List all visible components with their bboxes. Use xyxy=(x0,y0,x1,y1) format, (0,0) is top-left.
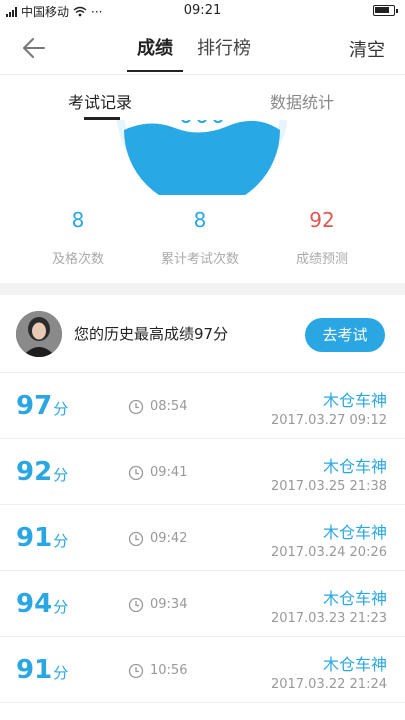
stat-value: 8 xyxy=(193,208,207,232)
status-bar: 中国移动 ··· 09:21 xyxy=(0,0,405,22)
record-user-name: 木仓车神 xyxy=(322,457,387,476)
nav-bar: 成绩 排行榜 清空 xyxy=(0,22,405,74)
score-value: 94 xyxy=(16,589,53,619)
record-score: 94分 xyxy=(16,589,68,619)
status-time: 09:21 xyxy=(183,3,222,18)
stat-value: 8 xyxy=(71,208,85,232)
sub-tabs: 考试记录 数据统计 xyxy=(0,74,405,120)
stat-pass-count: 8 及格次数 xyxy=(18,208,138,267)
score-unit: 分 xyxy=(53,466,69,484)
record-duration: 09:42 xyxy=(150,531,188,546)
record-score: 91分 xyxy=(16,523,68,553)
score-unit: 分 xyxy=(53,400,69,418)
score-value: 97 xyxy=(16,391,53,421)
stat-value: 92 xyxy=(309,208,335,232)
record-user-name: 木仓车神 xyxy=(322,391,387,410)
record-duration: 09:41 xyxy=(150,465,188,480)
nav-tabs: 成绩 排行榜 xyxy=(127,34,253,72)
section-divider xyxy=(0,283,405,295)
record-date: 2017.03.27 09:12 xyxy=(270,413,387,428)
record-date: 2017.03.25 21:38 xyxy=(270,479,387,494)
record-row[interactable]: 91分 10:56 木仓车神 2017.03.22 21:24 xyxy=(0,637,405,703)
avatar xyxy=(16,311,62,357)
best-score-bar: 您的历史最高成绩97分 去考试 xyxy=(0,295,405,373)
record-score: 91分 xyxy=(16,655,68,685)
subtab-data-stats[interactable]: 数据统计 xyxy=(270,89,334,113)
record-user-name: 木仓车神 xyxy=(322,655,387,674)
score-value: 91 xyxy=(16,655,53,685)
record-score: 97分 xyxy=(16,391,68,421)
stat-label: 成绩预测 xyxy=(295,252,348,267)
score-unit: 分 xyxy=(53,598,69,616)
record-duration: 09:34 xyxy=(150,597,188,612)
tab-scores[interactable]: 成绩 xyxy=(127,34,183,72)
record-user-name: 木仓车神 xyxy=(322,523,387,542)
stat-prediction: 92 成绩预测 xyxy=(262,208,382,267)
record-score: 92分 xyxy=(16,457,68,487)
score-unit: 分 xyxy=(53,532,69,550)
record-row[interactable]: 94分 09:34 木仓车神 2017.03.23 21:23 xyxy=(0,571,405,637)
clock-icon xyxy=(128,465,144,481)
record-duration: 10:56 xyxy=(150,663,188,678)
clear-button[interactable]: 清空 xyxy=(349,36,385,62)
subtab-exam-records[interactable]: 考试记录 xyxy=(68,89,132,113)
score-value: 92 xyxy=(16,457,53,487)
record-duration: 08:54 xyxy=(150,399,188,414)
clock-icon xyxy=(128,531,144,547)
gauge-graphic xyxy=(116,120,288,195)
record-user-name: 木仓车神 xyxy=(322,589,387,608)
score-gauge xyxy=(0,120,405,195)
best-score-text: 您的历史最高成绩97分 xyxy=(74,325,229,343)
score-unit: 分 xyxy=(53,664,69,682)
record-row[interactable]: 92分 09:41 木仓车神 2017.03.25 21:38 xyxy=(0,439,405,505)
stat-label: 及格次数 xyxy=(51,252,104,267)
record-date: 2017.03.22 21:24 xyxy=(270,677,387,692)
back-arrow-icon[interactable] xyxy=(20,34,48,62)
stat-label: 累计考试次数 xyxy=(160,252,239,267)
record-row[interactable]: 91分 09:42 木仓车神 2017.03.24 20:26 xyxy=(0,505,405,571)
stat-total-exams: 8 累计考试次数 xyxy=(140,208,260,267)
clock-icon xyxy=(128,399,144,415)
record-date: 2017.03.24 20:26 xyxy=(270,545,387,560)
tab-leaderboard[interactable]: 排行榜 xyxy=(195,34,253,72)
battery-icon xyxy=(373,5,398,16)
score-value: 91 xyxy=(16,523,53,553)
stats-row: 8 及格次数 8 累计考试次数 92 成绩预测 xyxy=(0,200,405,280)
record-list: 97分 08:54 木仓车神 2017.03.27 09:12 92分 09:4… xyxy=(0,373,405,703)
take-exam-button[interactable]: 去考试 xyxy=(305,318,385,352)
clock-icon xyxy=(128,663,144,679)
record-date: 2017.03.23 21:23 xyxy=(270,611,387,626)
clock-icon xyxy=(128,597,144,613)
record-row[interactable]: 97分 08:54 木仓车神 2017.03.27 09:12 xyxy=(0,373,405,439)
